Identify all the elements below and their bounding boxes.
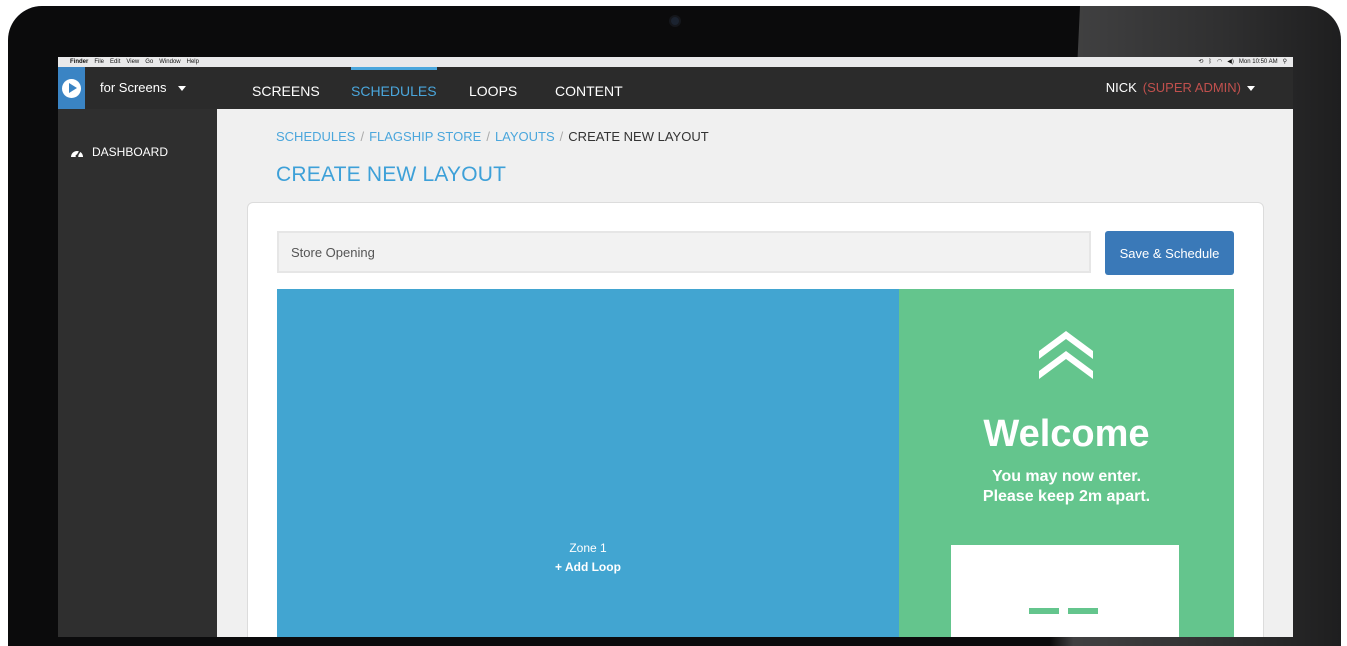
- play-logo-icon: [62, 78, 81, 98]
- zone-label: Zone 1: [569, 541, 607, 555]
- page-title: CREATE NEW LAYOUT: [276, 163, 507, 186]
- chevron-down-icon: [178, 85, 187, 91]
- brand-label: for Screens: [100, 80, 167, 95]
- tab-content[interactable]: CONTENT: [555, 67, 623, 109]
- breadcrumb-layouts[interactable]: LAYOUTS: [495, 129, 555, 144]
- menubar-file[interactable]: File: [94, 57, 104, 67]
- tab-loops[interactable]: LOOPS: [469, 67, 517, 109]
- breadcrumb-schedules[interactable]: SCHEDULES: [276, 129, 355, 144]
- menubar-view[interactable]: View: [126, 57, 139, 67]
- dashboard-gauge-icon: [71, 150, 83, 158]
- chevron-down-icon: [1247, 85, 1255, 91]
- zone-2-preview[interactable]: Welcome You may now enter. Please keep 2…: [899, 289, 1234, 637]
- sidebar-item-label: DASHBOARD: [92, 145, 169, 159]
- screen: Finder File Edit View Go Window Help ⟲ ᛒ…: [58, 57, 1293, 637]
- save-and-schedule-button[interactable]: Save & Schedule: [1105, 231, 1234, 275]
- zone-1[interactable]: Zone 1 + Add Loop: [277, 289, 899, 637]
- breadcrumb-separator: /: [486, 129, 490, 144]
- webcam: [671, 17, 679, 25]
- welcome-line: You may now enter.: [991, 468, 1142, 485]
- breadcrumb-current: CREATE NEW LAYOUT: [568, 129, 709, 144]
- layout-name-input[interactable]: [277, 231, 1091, 273]
- menubar-help[interactable]: Help: [187, 57, 199, 67]
- welcome-message: You may now enter. Please keep 2m apart.: [899, 467, 1234, 507]
- breadcrumb: SCHEDULES / FLAGSHIP STORE / LAYOUTS / CREATE …: [276, 129, 709, 144]
- welcome-line: Please keep 2m apart.: [982, 488, 1151, 505]
- breadcrumb-separator: /: [559, 129, 564, 144]
- app-logo[interactable]: [58, 67, 85, 109]
- user-name: NICK: [1105, 80, 1137, 95]
- menubar-go[interactable]: Go: [145, 57, 153, 67]
- breadcrumb-separator: /: [360, 129, 365, 144]
- qr-code-panel: [951, 545, 1179, 637]
- user-role: (SUPER ADMIN): [1142, 80, 1241, 95]
- layout-editor-card: Save & Schedule Zone 1 + Add Loop Welcom…: [247, 202, 1264, 637]
- qr-mark: [1068, 608, 1098, 614]
- spotlight-search-icon[interactable]: ⚲: [1283, 57, 1287, 67]
- welcome-heading: Welcome: [983, 413, 1150, 455]
- menubar-edit[interactable]: Edit: [110, 57, 120, 67]
- double-chevron-up-icon: [1039, 331, 1093, 379]
- sidebar: DASHBOARD: [58, 109, 217, 637]
- menubar-clock[interactable]: Mon 10:50 AM: [1239, 57, 1278, 67]
- sidebar-item-dashboard[interactable]: DASHBOARD: [70, 145, 168, 159]
- tab-screens[interactable]: SCREENS: [252, 67, 320, 109]
- brand-switcher[interactable]: for Screens: [100, 67, 187, 109]
- tab-schedules[interactable]: SCHEDULES: [351, 67, 437, 109]
- qr-mark: [1029, 608, 1059, 614]
- top-navbar: for Screens SCREENS SCHEDULES LOOPS CONT…: [58, 67, 1293, 109]
- add-loop-button[interactable]: + Add Loop: [277, 560, 899, 574]
- menubar-window[interactable]: Window: [159, 57, 180, 67]
- user-menu[interactable]: NICK (SUPER ADMIN): [1106, 67, 1255, 109]
- breadcrumb-flagship-store[interactable]: FLAGSHIP STORE: [369, 129, 481, 144]
- menubar-finder[interactable]: Finder: [70, 57, 88, 67]
